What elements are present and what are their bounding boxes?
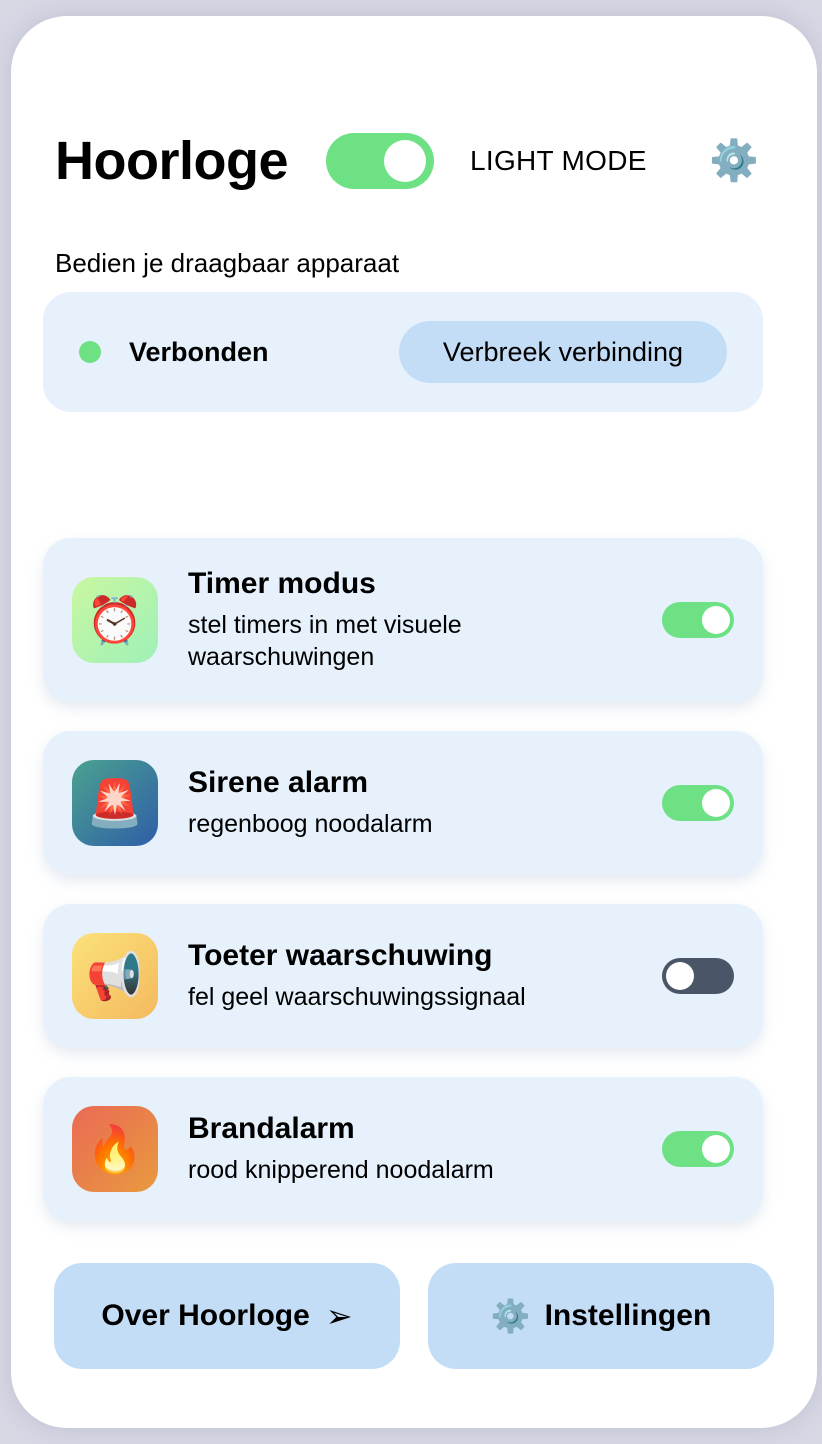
megaphone-icon: 📢 [72, 933, 158, 1019]
arrow-right-icon: ➢ [325, 1298, 353, 1334]
feature-toggle-fire[interactable] [662, 1131, 734, 1167]
toggle-knob [384, 140, 426, 182]
feature-description: rood knipperend noodalarm [188, 1156, 494, 1184]
settings-button[interactable]: ⚙️ Instellingen [428, 1263, 774, 1369]
toggle-knob [702, 789, 730, 817]
feature-toggle-siren[interactable] [662, 785, 734, 821]
toggle-knob [702, 1135, 730, 1163]
theme-toggle[interactable] [326, 133, 434, 189]
feature-title: Sirene alarm [188, 766, 369, 799]
feature-text: Toeter waarschuwing fel geel waarschuwin… [188, 939, 588, 1013]
gear-icon: ⚙️ [490, 1298, 531, 1334]
about-button-label: Over Hoorloge [101, 1299, 310, 1332]
app-title: Hoorloge [55, 131, 289, 191]
feature-text: Brandalarm rood knipperend noodalarm [188, 1112, 588, 1186]
feature-card-horn: 📢 Toeter waarschuwing fel geel waarschuw… [43, 904, 763, 1048]
feature-description: stel timers in met visuele waarschuwinge… [188, 611, 462, 671]
feature-toggle-timer[interactable] [662, 602, 734, 638]
mode-label: LIGHT MODE [470, 145, 647, 176]
feature-card-fire: 🔥 Brandalarm rood knipperend noodalarm [43, 1077, 763, 1221]
disconnect-button[interactable]: Verbreek verbinding [399, 321, 727, 383]
feature-title: Timer modus [188, 567, 376, 600]
gear-icon[interactable]: ⚙️ [709, 141, 759, 181]
header: Hoorloge LIGHT MODE ⚙️ [55, 116, 773, 206]
connection-status-label: Verbonden [129, 336, 269, 367]
feature-text: Timer modus stel timers in met visuele w… [188, 567, 588, 673]
feature-toggle-horn[interactable] [662, 958, 734, 994]
feature-title: Brandalarm [188, 1112, 355, 1145]
feature-text: Sirene alarm regenboog noodalarm [188, 766, 588, 840]
status-indicator-dot [79, 341, 101, 363]
toggle-knob [666, 962, 694, 990]
fire-icon: 🔥 [72, 1106, 158, 1192]
siren-icon: 🚨 [72, 760, 158, 846]
page-subtitle: Bedien je draagbaar apparaat [55, 248, 400, 278]
feature-description: regenboog noodalarm [188, 810, 433, 838]
settings-button-label: Instellingen [544, 1299, 712, 1332]
feature-description: fel geel waarschuwingssignaal [188, 983, 526, 1011]
about-button[interactable]: Over Hoorloge ➢ [54, 1263, 400, 1369]
feature-title: Toeter waarschuwing [188, 939, 493, 972]
toggle-knob [702, 606, 730, 634]
feature-card-timer: ⏰ Timer modus stel timers in met visuele… [43, 538, 763, 702]
alarm-clock-icon: ⏰ [72, 577, 158, 663]
connection-status-card: Verbonden Verbreek verbinding [43, 292, 763, 412]
feature-card-siren: 🚨 Sirene alarm regenboog noodalarm [43, 731, 763, 875]
